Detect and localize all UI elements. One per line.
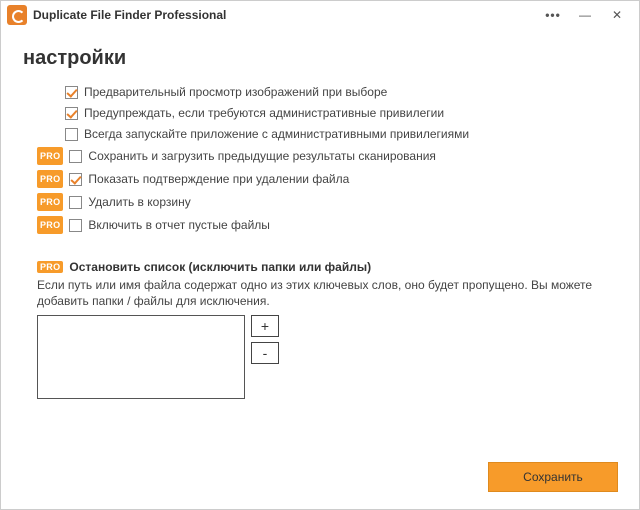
checkbox[interactable] [69, 173, 82, 186]
checkbox[interactable] [65, 86, 78, 99]
options-list: Предварительный просмотр изображений при… [37, 84, 617, 234]
checkbox[interactable] [69, 196, 82, 209]
page-title: настройки [23, 47, 617, 70]
pro-badge: PRO [37, 147, 63, 165]
checkbox[interactable] [65, 128, 78, 141]
pro-badge: PRO [37, 170, 63, 188]
pro-badge: PRO [37, 193, 63, 211]
content-area: настройки Предварительный просмотр изобр… [1, 29, 639, 399]
app-icon [7, 5, 27, 25]
pro-badge: PRO [37, 216, 63, 234]
option-label: Удалить в корзину [88, 194, 190, 210]
option-row: PRO Сохранить и загрузить предыдущие резу… [37, 147, 617, 165]
stoplist-section: PRO Остановить список (исключить папки и… [37, 260, 617, 399]
option-row: PRO Удалить в корзину [37, 193, 617, 211]
option-row: Всегда запускайте приложение с администр… [37, 126, 617, 142]
option-label: Предварительный просмотр изображений при… [84, 84, 387, 100]
option-row: Предупреждать, если требуются администра… [37, 105, 617, 121]
stoplist-title: Остановить список (исключить папки или ф… [69, 260, 371, 274]
option-label: Всегда запускайте приложение с администр… [84, 126, 469, 142]
titlebar: Duplicate File Finder Professional ••• —… [1, 1, 639, 29]
checkbox[interactable] [69, 150, 82, 163]
save-button[interactable]: Сохранить [488, 462, 618, 492]
footer: Сохранить [488, 462, 618, 492]
more-button[interactable]: ••• [537, 3, 569, 27]
option-row: Предварительный просмотр изображений при… [37, 84, 617, 100]
app-title: Duplicate File Finder Professional [33, 8, 537, 22]
minimize-button[interactable]: — [569, 3, 601, 27]
option-label: Включить в отчет пустые файлы [88, 217, 270, 233]
remove-button[interactable]: - [251, 342, 279, 364]
checkbox[interactable] [69, 219, 82, 232]
window-controls: ••• — ✕ [537, 3, 633, 27]
option-row: PRO Включить в отчет пустые файлы [37, 216, 617, 234]
stoplist-description: Если путь или имя файла содержат одно из… [37, 277, 597, 309]
pro-badge: PRO [37, 261, 63, 273]
option-label: Предупреждать, если требуются администра… [84, 105, 444, 121]
option-label: Сохранить и загрузить предыдущие результ… [88, 148, 436, 164]
option-row: PRO Показать подтверждение при удалении ф… [37, 170, 617, 188]
close-button[interactable]: ✕ [601, 3, 633, 27]
checkbox[interactable] [65, 107, 78, 120]
add-button[interactable]: + [251, 315, 279, 337]
option-label: Показать подтверждение при удалении файл… [88, 171, 349, 187]
stoplist-box[interactable] [37, 315, 245, 399]
